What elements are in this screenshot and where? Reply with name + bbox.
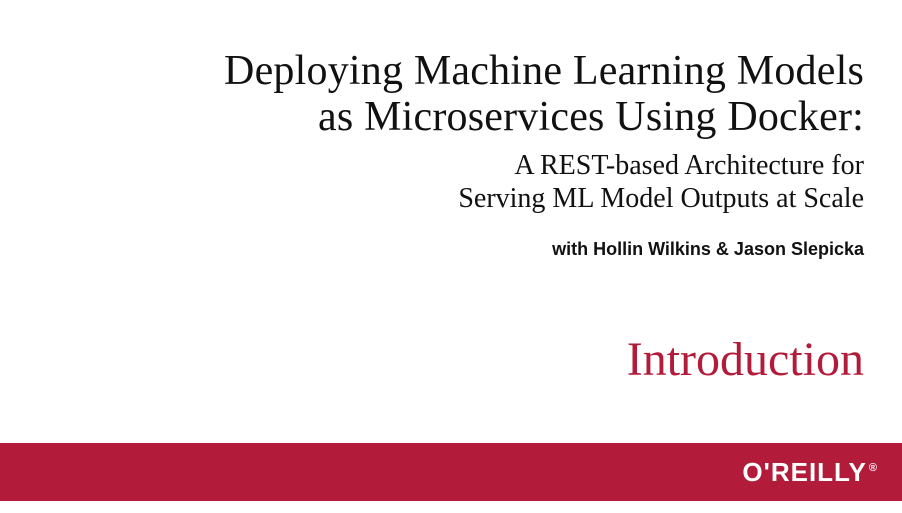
brand-text: O'REILLY xyxy=(742,457,866,487)
subtitle-line-2: Serving ML Model Outputs at Scale xyxy=(458,183,864,214)
subtitle-line-1: A REST-based Architecture for xyxy=(514,150,864,181)
title-slide: Deploying Machine Learning Models as Mic… xyxy=(0,0,902,513)
slide-subtitle: A REST-based Architecture for Serving ML… xyxy=(38,150,864,214)
registered-mark: ® xyxy=(869,462,878,474)
section-heading: Introduction xyxy=(38,332,864,387)
title-line-2: as Microservices Using Docker: xyxy=(318,94,864,140)
slide-content: Deploying Machine Learning Models as Mic… xyxy=(38,48,864,387)
slide-authors: with Hollin Wilkins & Jason Slepicka xyxy=(38,239,864,260)
brand-logo: O'REILLY® xyxy=(742,457,878,488)
slide-title: Deploying Machine Learning Models as Mic… xyxy=(38,48,864,140)
title-line-1: Deploying Machine Learning Models xyxy=(224,48,864,94)
footer-bar: O'REILLY® xyxy=(0,443,902,501)
